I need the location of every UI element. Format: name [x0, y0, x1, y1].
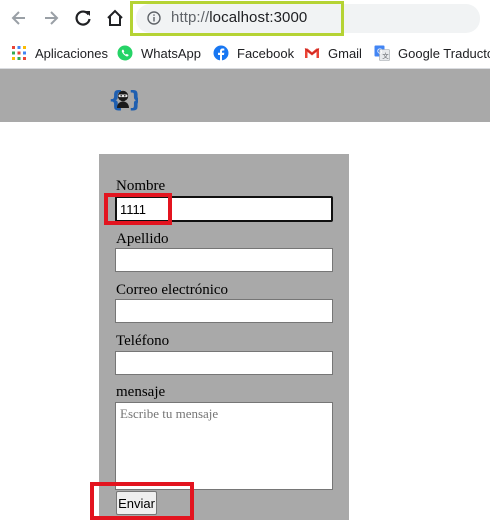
whatsapp-icon — [117, 45, 133, 61]
bookmark-whatsapp[interactable]: WhatsApp — [117, 43, 201, 63]
gmail-icon — [304, 48, 320, 58]
telefono-input[interactable] — [115, 351, 333, 375]
bookmark-google-traductor[interactable]: G 文 Google Traductor — [374, 43, 490, 63]
apps-grid-icon — [12, 46, 26, 60]
home-icon[interactable] — [103, 6, 127, 30]
bookmark-label: WhatsApp — [141, 45, 201, 61]
site-header: { } — [0, 69, 490, 122]
browser-toolbar: http://localhost:3000 — [0, 0, 490, 38]
bookmark-facebook[interactable]: Facebook — [213, 43, 294, 63]
correo-input[interactable] — [115, 299, 333, 323]
mensaje-label: mensaje — [116, 384, 166, 400]
google-translate-icon: G 文 — [374, 45, 390, 61]
apellido-label: Apellido — [116, 231, 169, 247]
enviar-highlight-box — [90, 482, 194, 520]
svg-text:文: 文 — [382, 51, 389, 60]
bookmark-label: Facebook — [237, 45, 295, 61]
ninja-braces-logo-icon[interactable]: { } — [108, 86, 138, 112]
bookmark-label: Google Traductor — [398, 45, 490, 61]
correo-label: Correo electrónico — [116, 282, 229, 298]
bookmarks-bar: Aplicaciones WhatsApp Facebook Gmail G 文… — [0, 38, 490, 69]
bookmark-label: Gmail — [328, 45, 362, 61]
svg-text:}: } — [128, 88, 138, 112]
telefono-label: Teléfono — [116, 333, 170, 349]
forward-arrow-icon[interactable] — [39, 6, 63, 30]
reload-icon[interactable] — [71, 6, 95, 30]
bookmark-aplicaciones[interactable]: Aplicaciones — [11, 43, 108, 63]
mensaje-textarea[interactable] — [115, 402, 333, 490]
facebook-icon — [213, 45, 229, 61]
bookmark-label: Aplicaciones — [35, 45, 108, 61]
nombre-highlight-box — [104, 193, 172, 225]
bookmark-gmail[interactable]: Gmail — [304, 43, 362, 63]
back-arrow-icon[interactable] — [7, 6, 31, 30]
url-highlight-box — [130, 1, 344, 36]
apellido-input[interactable] — [115, 248, 333, 272]
